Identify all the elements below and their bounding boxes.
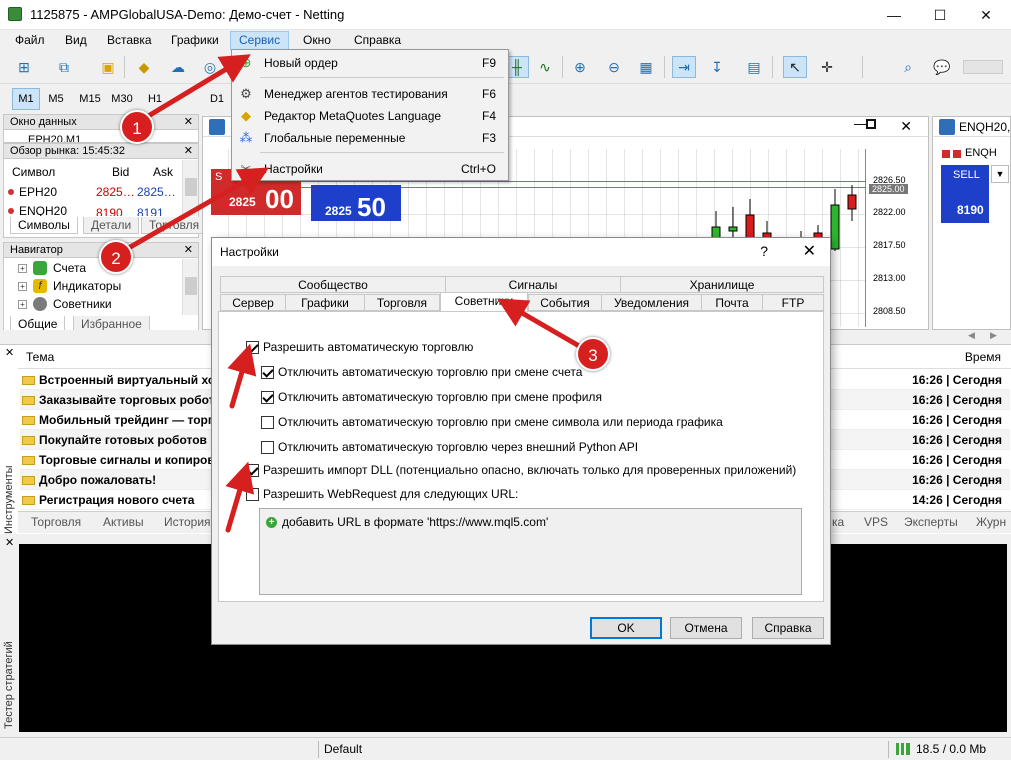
step-marker-3: 3 <box>576 337 610 371</box>
step-marker-2: 2 <box>99 240 133 274</box>
arrow-5 <box>225 461 255 533</box>
step-marker-1: 1 <box>120 110 154 144</box>
annotation-arrows <box>122 54 589 533</box>
arrow-3 <box>497 298 589 353</box>
arrow-4 <box>227 343 257 409</box>
arrow-2 <box>122 167 270 253</box>
arrow-1 <box>142 54 251 121</box>
